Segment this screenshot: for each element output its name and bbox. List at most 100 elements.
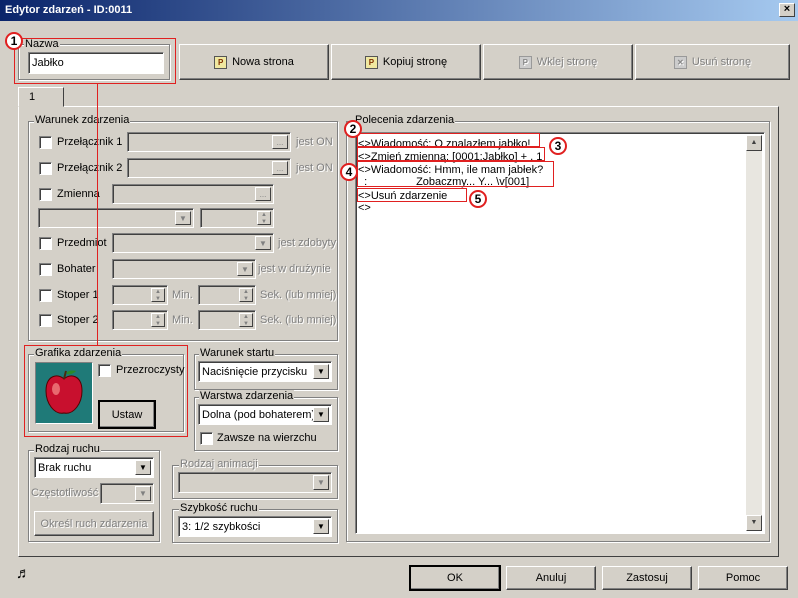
copy-icon: P	[364, 55, 378, 69]
movement-value: Brak ruchu	[38, 462, 92, 474]
copy-page-label: Kopiuj stronę	[382, 56, 448, 68]
delete-page-button[interactable]: ✕ Usuń stronę	[635, 44, 790, 80]
scroll-up-icon[interactable]: ▲	[746, 135, 762, 151]
switch2-browse[interactable]: ...	[272, 161, 288, 175]
music-icon[interactable]: ♬	[16, 565, 31, 582]
timer2-sec-spinner[interactable]: ▲ ▼	[198, 310, 256, 330]
variable-operator-select[interactable]: ▼	[38, 208, 194, 228]
copy-page-button[interactable]: P Kopiuj stronę	[331, 44, 481, 80]
window-title: Edytor zdarzeń - ID:0011	[5, 4, 133, 16]
timer2-sec-label: Sek. (lub mniej)	[260, 314, 337, 326]
movement-select[interactable]: Brak ruchu ▼	[34, 457, 154, 478]
chevron-down-icon: ▼	[313, 407, 329, 422]
layer-select[interactable]: Dolna (pod bohaterem) ▼	[198, 404, 332, 425]
hero-select[interactable]: ▼	[112, 259, 256, 279]
start-title: Warunek startu	[199, 347, 276, 359]
item-checkbox[interactable]	[39, 237, 52, 250]
apply-button[interactable]: Zastosuj	[602, 566, 692, 590]
frequency-select[interactable]: ▼	[100, 483, 154, 504]
page-icon: P	[214, 55, 228, 69]
paste-icon: P	[518, 55, 532, 69]
speed-select[interactable]: 3: 1/2 szybkości ▼	[178, 516, 332, 537]
help-button[interactable]: Pomoc	[698, 566, 788, 590]
chevron-down-icon: ▼	[313, 364, 329, 379]
spinner-arrows-icon: ▲ ▼	[239, 313, 253, 327]
define-movement-label: Określ ruch zdarzenia	[40, 517, 148, 530]
marker-box-3	[357, 147, 545, 161]
spinner-arrows-icon: ▲ ▼	[151, 313, 165, 327]
switch2-field[interactable]: ...	[127, 158, 291, 178]
timer1-min-spinner[interactable]: ▲ ▼	[112, 285, 168, 305]
layer-value: Dolna (pod bohaterem)	[202, 409, 316, 421]
switch1-suffix: jest ON	[296, 136, 333, 148]
switch1-label: Przełącznik 1	[57, 136, 123, 148]
hero-suffix: jest w drużynie	[258, 263, 331, 275]
apply-label: Zastosuj	[626, 572, 668, 584]
variable-browse[interactable]: ...	[255, 187, 271, 201]
item-select[interactable]: ▼	[112, 233, 274, 253]
command-line[interactable]: <>	[358, 202, 371, 214]
switch2-label: Przełącznik 2	[57, 162, 123, 174]
marker-box-graphic	[24, 345, 188, 437]
define-movement-button[interactable]: Określ ruch zdarzenia	[34, 511, 154, 536]
tab-1[interactable]: 1	[18, 87, 64, 107]
new-page-button[interactable]: P Nowa strona	[179, 44, 329, 80]
item-suffix: jest zdobyty	[278, 237, 337, 249]
new-page-label: Nowa strona	[232, 56, 294, 68]
ok-label: OK	[447, 572, 463, 584]
animation-select[interactable]: ▼	[178, 472, 332, 493]
timer2-checkbox[interactable]	[39, 314, 52, 327]
switch1-field[interactable]: ...	[127, 132, 291, 152]
layer-title: Warstwa zdarzenia	[199, 390, 295, 402]
cancel-button[interactable]: Anuluj	[506, 566, 596, 590]
hero-label: Bohater	[57, 263, 96, 275]
animation-title: Rodzaj animacji	[179, 458, 259, 470]
chevron-down-icon: ▼	[135, 486, 151, 501]
switch2-checkbox[interactable]	[39, 162, 52, 175]
marker-box-1	[14, 38, 176, 84]
chevron-down-icon: ▼	[313, 475, 329, 490]
item-label: Przedmiot	[57, 237, 107, 249]
delete-icon: ✕	[673, 55, 687, 69]
timer1-min-label: Min.	[172, 289, 193, 301]
connector-line	[97, 84, 98, 345]
switch2-suffix: jest ON	[296, 162, 333, 174]
timer1-sec-spinner[interactable]: ▲ ▼	[198, 285, 256, 305]
timer2-min-spinner[interactable]: ▲ ▼	[112, 310, 168, 330]
variable-field[interactable]: ...	[112, 184, 274, 204]
chevron-down-icon: ▼	[175, 211, 191, 225]
hero-checkbox[interactable]	[39, 263, 52, 276]
always-top-label: Zawsze na wierzchu	[217, 432, 317, 444]
close-button[interactable]: ×	[779, 3, 795, 17]
ok-button[interactable]: OK	[409, 565, 501, 591]
chevron-down-icon: ▼	[237, 262, 253, 276]
commands-scrollbar[interactable]: ▲ ▼	[746, 135, 762, 531]
conditions-title: Warunek zdarzenia	[34, 114, 131, 126]
start-select[interactable]: Naciśnięcie przycisku ▼	[198, 361, 332, 382]
paste-page-button[interactable]: P Wklej stronę	[483, 44, 633, 80]
marker-3: 3	[549, 137, 567, 155]
spinner-arrows-icon: ▲ ▼	[151, 288, 165, 302]
delete-page-label: Usuń stronę	[691, 56, 752, 68]
title-bar: Edytor zdarzeń - ID:0011	[0, 0, 798, 21]
timer2-label: Stoper 2	[57, 314, 99, 326]
scroll-down-icon[interactable]: ▼	[746, 515, 762, 531]
timer1-checkbox[interactable]	[39, 289, 52, 302]
marker-box-5	[357, 188, 467, 202]
marker-box-4	[357, 161, 554, 187]
switch1-browse[interactable]: ...	[272, 135, 288, 149]
paste-page-label: Wklej stronę	[536, 56, 598, 68]
switch1-checkbox[interactable]	[39, 136, 52, 149]
variable-checkbox[interactable]	[39, 188, 52, 201]
commands-title: Polecenia zdarzenia	[354, 114, 456, 126]
variable-value-spinner[interactable]: ▲ ▼	[200, 208, 274, 228]
variable-label: Zmienna	[57, 188, 100, 200]
timer2-min-label: Min.	[172, 314, 193, 326]
cancel-label: Anuluj	[535, 572, 567, 584]
start-value: Naciśnięcie przycisku	[202, 366, 308, 378]
timer1-label: Stoper 1	[57, 289, 99, 301]
chevron-down-icon: ▼	[135, 460, 151, 475]
chevron-down-icon: ▼	[255, 236, 271, 250]
always-top-checkbox[interactable]	[200, 432, 213, 445]
conditions-group	[28, 121, 338, 341]
